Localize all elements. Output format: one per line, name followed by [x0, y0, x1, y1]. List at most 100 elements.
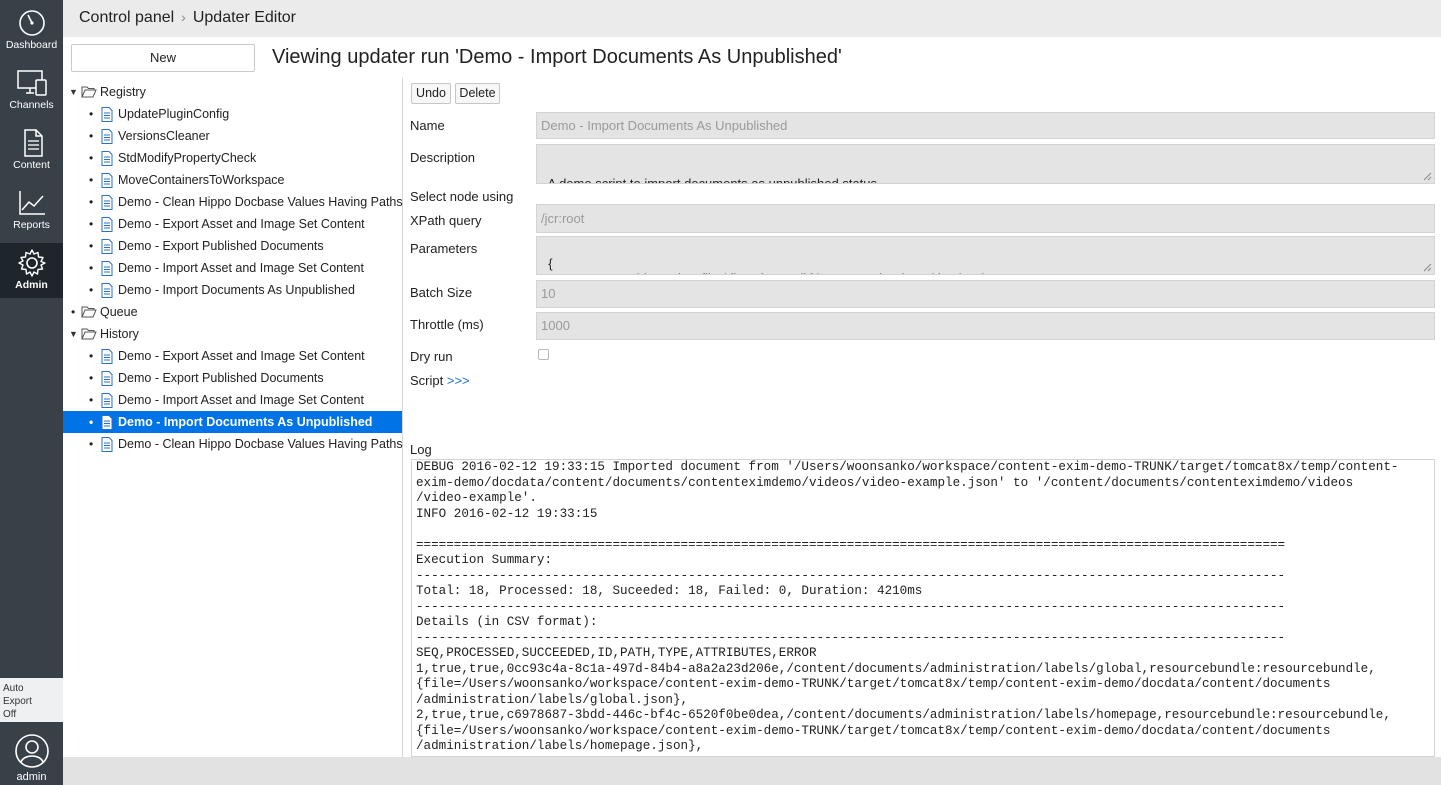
description-field[interactable]: A demo script to import documents as unp… [536, 144, 1435, 184]
file-icon [101, 129, 113, 144]
auto-export-line-2: Export [3, 696, 32, 707]
nav-dashboard-label: Dashboard [5, 39, 58, 51]
folder-open-icon [81, 328, 97, 340]
folder-open-icon [81, 86, 97, 98]
breadcrumb-root[interactable]: Control panel [79, 9, 174, 26]
user-menu[interactable]: admin [0, 728, 63, 785]
script-expand-link[interactable]: >>> [447, 373, 470, 388]
tree-folder-label: Registry [100, 85, 146, 99]
nav-channels[interactable]: Channels [0, 68, 63, 128]
auto-export-status[interactable]: Auto Export Off [0, 678, 63, 722]
tree-item-label: Demo - Export Published Documents [118, 371, 324, 385]
tree-folder-label: History [100, 327, 139, 341]
tree-item-label: MoveContainersToWorkspace [118, 173, 285, 187]
user-name: admin [16, 771, 47, 783]
file-icon [101, 173, 113, 188]
throttle-field[interactable]: 1000 [536, 312, 1435, 340]
tree-item-selected[interactable]: • Demo - Import Documents As Unpublished [63, 411, 402, 433]
throttle-label: Throttle (ms) [410, 317, 484, 332]
caret-down-icon[interactable]: ▼ [69, 81, 78, 103]
delete-button[interactable]: Delete [455, 83, 500, 104]
tree-item-label: StdModifyPropertyCheck [118, 151, 257, 165]
batch-size-field[interactable]: 10 [536, 280, 1435, 308]
new-button[interactable]: New [71, 44, 255, 72]
nav-channels-label: Channels [9, 99, 54, 111]
bullet-icon: • [89, 261, 94, 275]
undo-button[interactable]: Undo [411, 83, 451, 104]
nav-reports[interactable]: Reports [0, 188, 63, 248]
description-value: A demo script to import documents as unp… [547, 176, 881, 184]
auto-export-line-3: Off [3, 709, 17, 720]
tree-item[interactable]: • Demo - Export Published Documents [63, 367, 402, 389]
breadcrumb: Control panel › Updater Editor [63, 0, 1441, 37]
file-icon [101, 217, 113, 232]
bullet-icon: • [89, 371, 94, 385]
file-icon [101, 393, 113, 408]
tree-item-label: Demo - Clean Hippo Docbase Values Having… [118, 437, 403, 451]
breadcrumb-current: Updater Editor [192, 9, 297, 26]
tree-item-label: Demo - Import Documents As Unpublished [118, 283, 355, 297]
resize-handle-icon[interactable] [1423, 172, 1432, 181]
tree-item[interactable]: • Demo - Export Asset and Image Set Cont… [63, 213, 402, 235]
nav-content-label: Content [13, 159, 50, 171]
parameters-label: Parameters [410, 241, 478, 256]
tree-folder-queue[interactable]: • Queue [63, 301, 402, 323]
bullet-icon: • [89, 107, 94, 121]
file-icon [101, 283, 113, 298]
file-icon [101, 349, 113, 364]
tree-item[interactable]: • Demo - Export Published Documents [63, 235, 402, 257]
xpath-field[interactable]: /jcr:root [536, 204, 1435, 233]
bullet-icon: • [89, 283, 94, 297]
tree-item[interactable]: • VersionsCleaner [63, 125, 402, 147]
dry-run-label: Dry run [410, 349, 453, 364]
tree-item[interactable]: • MoveContainersToWorkspace [63, 169, 402, 191]
name-field[interactable]: Demo - Import Documents As Unpublished [536, 112, 1435, 139]
caret-down-icon[interactable]: ▼ [69, 323, 78, 345]
tree-item-label: Demo - Export Published Documents [118, 239, 324, 253]
xpath-label: XPath query [410, 213, 482, 228]
nav-content[interactable]: Content [0, 128, 63, 188]
bullet-icon: • [89, 173, 94, 187]
updater-tree: ▼ Registry • UpdatePluginConfig • Versio… [63, 78, 403, 757]
dry-run-checkbox[interactable] [538, 349, 549, 360]
auto-export-line-1: Auto [3, 683, 24, 694]
tree-item[interactable]: • StdModifyPropertyCheck [63, 147, 402, 169]
gear-icon [17, 249, 46, 277]
file-icon [101, 261, 113, 276]
nav-admin-label: Admin [15, 279, 48, 291]
tree-folder-history[interactable]: ▼ History [63, 323, 402, 345]
tree-item[interactable]: • Demo - Import Documents As Unpublished [63, 279, 402, 301]
tree-item[interactable]: • Demo - Clean Hippo Docbase Values Havi… [63, 433, 403, 455]
log-output[interactable]: DEBUG 2016-02-12 19:33:15 Imported docum… [411, 459, 1435, 757]
bullet-icon: • [89, 129, 94, 143]
tree-item-label: Demo - Export Asset and Image Set Conten… [118, 217, 365, 231]
bullet-icon: • [71, 305, 76, 319]
nav-dashboard[interactable]: Dashboard [0, 8, 63, 68]
nav-reports-label: Reports [13, 219, 50, 231]
chevron-right-icon: › [181, 9, 186, 25]
nav-admin[interactable]: Admin [0, 243, 63, 298]
user-avatar-icon [14, 734, 49, 768]
file-icon [101, 371, 113, 386]
tree-item[interactable]: • Demo - Clean Hippo Docbase Values Havi… [63, 191, 403, 213]
tree-item-label: Demo - Export Asset and Image Set Conten… [118, 349, 365, 363]
tree-folder-registry[interactable]: ▼ Registry [63, 81, 402, 103]
parameters-field[interactable]: { "sourceBaseFolderPath": "file:${java.i… [536, 236, 1435, 275]
file-icon [101, 195, 113, 210]
devices-icon [16, 70, 47, 96]
parameters-value: { "sourceBaseFolderPath": "file:${java.i… [548, 256, 988, 274]
resize-handle-icon[interactable] [1423, 263, 1432, 272]
tree-item[interactable]: • Demo - Export Asset and Image Set Cont… [63, 345, 402, 367]
folder-open-icon [81, 306, 97, 318]
tree-item-label: UpdatePluginConfig [118, 107, 230, 121]
tree-item[interactable]: • UpdatePluginConfig [63, 103, 402, 125]
tree-item[interactable]: • Demo - Import Asset and Image Set Cont… [63, 389, 402, 411]
select-node-label: Select node using [410, 189, 514, 204]
bullet-icon: • [89, 151, 94, 165]
tree-item-label: Demo - Clean Hippo Docbase Values Having… [118, 195, 403, 209]
tree-item-label: Demo - Import Asset and Image Set Conten… [118, 393, 364, 407]
gauge-icon [18, 10, 45, 36]
log-label: Log [410, 442, 432, 457]
tree-item[interactable]: • Demo - Import Asset and Image Set Cont… [63, 257, 402, 279]
bullet-icon: • [89, 415, 94, 429]
